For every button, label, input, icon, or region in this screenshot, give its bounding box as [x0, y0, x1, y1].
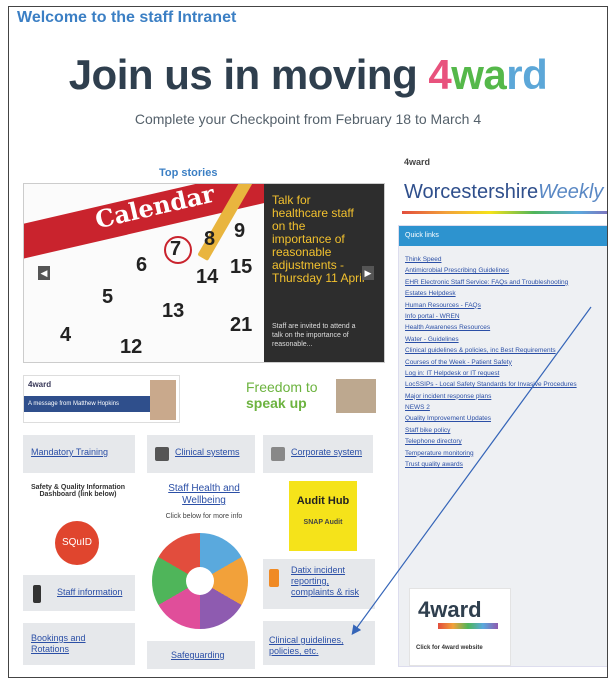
- quick-link-item[interactable]: Telephone directory: [405, 436, 607, 447]
- page-title: Welcome to the staff Intranet: [17, 9, 237, 26]
- quick-link-item[interactable]: Trust quality awards: [405, 459, 607, 470]
- 4ward-badge-word: 4ward: [418, 597, 482, 622]
- calendar-image: Calendar 7 8 9 6 14 15 5 13 4 21 12: [24, 184, 304, 362]
- quick-link-item[interactable]: Quality Improvement Updates: [405, 413, 607, 424]
- quick-link-item[interactable]: Water - Guidelines: [405, 334, 607, 345]
- tile-corporate-system[interactable]: Corporate system: [263, 435, 373, 473]
- person-icon: [33, 585, 41, 603]
- tile-bookings[interactable]: Bookings and Rotations: [23, 623, 135, 665]
- quick-link-item[interactable]: EHR Electronic Staff Service: FAQs and T…: [405, 277, 607, 288]
- quick-link-item[interactable]: Health Awareness Resources: [405, 322, 607, 333]
- freedom-to-speak-up-banner[interactable]: Freedom to speak up: [228, 379, 378, 419]
- right-column: 4ward WorcestershireWeekly Quick links T…: [394, 153, 607, 673]
- calendar-number: 4: [60, 324, 72, 346]
- datix-icon: [269, 569, 279, 587]
- mandatory-training-link[interactable]: Mandatory Training: [31, 447, 108, 457]
- tile-staff-information[interactable]: Staff information: [23, 575, 135, 611]
- bookings-link[interactable]: Bookings and Rotations: [31, 633, 111, 655]
- weekly-title-b: Weekly: [538, 181, 604, 203]
- quick-link-item[interactable]: Info portal - WREN: [405, 311, 607, 322]
- quick-link-item[interactable]: Think Speed: [405, 254, 607, 265]
- calendar-number: 7: [170, 238, 182, 260]
- top-stories-heading[interactable]: Top stories: [159, 167, 217, 179]
- corporate-system-link[interactable]: Corporate system: [291, 447, 362, 457]
- calendar-number: 6: [136, 254, 148, 276]
- banner-row: 4ward A message from Matthew Hopkins Fre…: [23, 375, 383, 425]
- quick-link-item[interactable]: Human Resources - FAQs: [405, 300, 607, 311]
- calendar-number: 12: [120, 336, 143, 358]
- hero-join-text: Join us in moving: [68, 51, 429, 98]
- tile-clinical-systems[interactable]: Clinical systems: [147, 435, 255, 473]
- datix-link[interactable]: Datix incident reporting, complaints & r…: [291, 565, 371, 598]
- person-photo: [150, 380, 176, 420]
- clinical-systems-link[interactable]: Clinical systems: [175, 447, 240, 457]
- quick-link-item[interactable]: Courses of the Week - Patient Safety: [405, 357, 607, 368]
- wellbeing-wheel-hub: [186, 567, 214, 595]
- clipboard-icon: [271, 447, 285, 461]
- story-note: Staff are invited to attend a talk on th…: [272, 323, 356, 348]
- message-banner[interactable]: 4ward A message from Matthew Hopkins: [23, 375, 180, 423]
- quick-link-item[interactable]: LocSSIPs - Local Safety Standards for In…: [405, 379, 607, 390]
- tile-safeguarding[interactable]: Safeguarding: [147, 641, 255, 669]
- 4ward-badge-swatches: [438, 623, 498, 629]
- worcestershire-weekly-banner[interactable]: WorcestershireWeekly: [404, 181, 603, 204]
- calendar-number: 5: [102, 286, 114, 308]
- audit-hub-subtitle: SNAP Audit: [303, 519, 343, 526]
- hero-4-text: 4: [428, 51, 452, 98]
- freedom-photo: [336, 379, 376, 413]
- quick-link-item[interactable]: Temperature monitoring: [405, 448, 607, 459]
- audit-hub-title: Audit Hub: [296, 495, 350, 507]
- hero-rd-text: rd: [506, 51, 548, 98]
- sqid-title: Safety & Quality Information Dashboard (…: [30, 484, 126, 498]
- weekly-title-a: Worcestershire: [404, 181, 539, 203]
- tile-mandatory-training[interactable]: Mandatory Training: [23, 435, 135, 473]
- tile-clinical-guidelines[interactable]: Clinical guidelines, policies, etc.: [263, 621, 375, 665]
- calendar-number: 13: [162, 300, 185, 322]
- intranet-page: Welcome to the staff Intranet Join us in…: [8, 6, 608, 678]
- quick-link-item[interactable]: Clinical guidelines & policies, inc Best…: [405, 345, 607, 356]
- top-stories-carousel[interactable]: Calendar 7 8 9 6 14 15 5 13 4 21 12 ◀ Ta…: [23, 183, 385, 363]
- carousel-next-button[interactable]: ▶: [362, 266, 374, 280]
- staff-information-link[interactable]: Staff information: [57, 587, 122, 597]
- hero-banner[interactable]: Join us in moving 4ward: [9, 51, 607, 99]
- rainbow-divider: [402, 211, 607, 214]
- hero-subtitle: Complete your Checkpoint from February 1…: [134, 111, 482, 127]
- staff-health-link[interactable]: Staff Health and Wellbeing: [149, 483, 259, 507]
- audit-hub-tile[interactable]: Audit Hub SNAP Audit: [289, 481, 357, 551]
- hero-wa-text: wa: [451, 51, 507, 98]
- quick-link-item[interactable]: Major incident response plans: [405, 391, 607, 402]
- staff-health-subtitle: Click below for more info: [165, 513, 243, 520]
- quick-link-item[interactable]: Estates Helpdesk: [405, 288, 607, 299]
- calendar-number: 14: [196, 266, 219, 288]
- quick-links-panel: Quick links Think Speed Antimicrobial Pr…: [398, 225, 607, 667]
- carousel-prev-button[interactable]: ◀: [38, 266, 50, 280]
- safeguarding-link[interactable]: Safeguarding: [171, 650, 225, 660]
- calendar-number: 8: [204, 228, 216, 250]
- freedom-line1: Freedom to: [246, 379, 318, 395]
- calendar-number: 9: [234, 220, 246, 242]
- quick-link-item[interactable]: NEWS 2: [405, 402, 607, 413]
- computer-icon: [155, 447, 169, 461]
- weekly-4ward-logo: 4ward: [404, 157, 431, 167]
- quick-link-item[interactable]: Log in: IT Helpdesk or IT request: [405, 368, 607, 379]
- sqid-button[interactable]: SQuID: [55, 521, 99, 565]
- calendar-number: 21: [230, 314, 253, 336]
- quick-link-item[interactable]: Staff bike policy: [405, 425, 607, 436]
- calendar-number: 15: [230, 256, 253, 278]
- 4ward-badge-caption: Click for 4ward website: [416, 645, 483, 651]
- quick-links-heading: Quick links: [399, 226, 607, 246]
- quick-links-list: Think Speed Antimicrobial Prescribing Gu…: [405, 254, 607, 470]
- freedom-line2: speak up: [246, 395, 307, 411]
- tile-datix[interactable]: Datix incident reporting, complaints & r…: [263, 559, 375, 609]
- 4ward-logo: 4ward: [28, 380, 52, 389]
- 4ward-badge[interactable]: 4ward Click for 4ward website: [409, 588, 511, 666]
- clinical-guidelines-link[interactable]: Clinical guidelines, policies, etc.: [269, 635, 369, 657]
- story-title[interactable]: Talk for healthcare staff on the importa…: [272, 194, 368, 285]
- quick-link-item[interactable]: Antimicrobial Prescribing Guidelines: [405, 265, 607, 276]
- message-banner-text: A message from Matthew Hopkins: [24, 396, 152, 412]
